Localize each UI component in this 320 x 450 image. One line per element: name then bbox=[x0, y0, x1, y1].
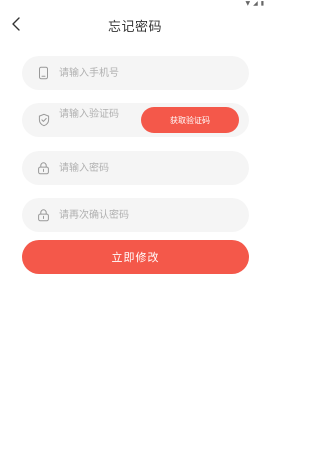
get-code-button[interactable]: 获取验证码 bbox=[141, 107, 239, 133]
status-bar: ▼ ◢ ▮ bbox=[0, 0, 270, 10]
confirm-password-input[interactable] bbox=[59, 198, 239, 232]
lock-icon bbox=[37, 162, 50, 175]
password-input[interactable] bbox=[59, 151, 239, 185]
page-title: 忘记密码 bbox=[107, 20, 162, 35]
verification-code-field[interactable]: 请输入验证码 获取验证码 bbox=[22, 103, 249, 137]
forgot-password-page: ▼ ◢ ▮ 忘记密码 请输入验证码 获取验证 bbox=[0, 0, 270, 450]
confirm-password-field[interactable] bbox=[22, 198, 249, 232]
signal-icon: ◢ bbox=[253, 0, 258, 7]
battery-icon: ▮ bbox=[260, 0, 264, 7]
phone-field[interactable] bbox=[22, 56, 249, 90]
phone-input[interactable] bbox=[59, 56, 239, 90]
status-icons: ▼ ◢ ▮ bbox=[245, 1, 264, 7]
verification-code-input[interactable]: 请输入验证码 bbox=[59, 109, 121, 121]
submit-button[interactable]: 立即修改 bbox=[22, 240, 249, 274]
password-field[interactable] bbox=[22, 151, 249, 185]
lock-icon bbox=[37, 209, 50, 222]
wifi-icon: ▼ bbox=[245, 0, 251, 7]
header: 忘记密码 bbox=[0, 12, 270, 38]
phone-icon bbox=[37, 66, 50, 80]
shield-check-icon bbox=[37, 113, 50, 127]
